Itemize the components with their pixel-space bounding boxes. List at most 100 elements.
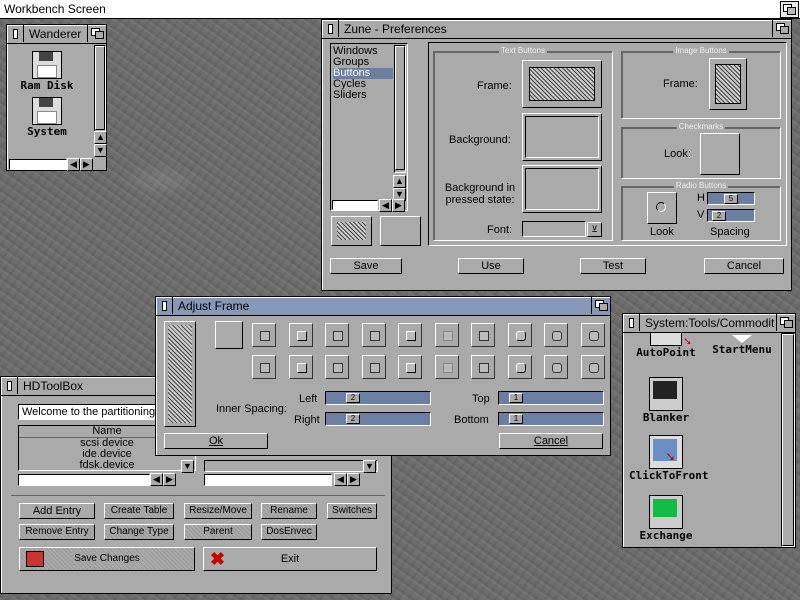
startmenu-icon[interactable]: StartMenu [705,335,779,356]
parent-button[interactable]: Parent [184,524,252,540]
scroll-knob[interactable] [395,46,405,170]
radio-look-button[interactable] [647,192,677,224]
exchange-icon[interactable]: Exchange [629,495,703,542]
frame-option[interactable] [361,355,386,379]
frame-option[interactable] [580,355,605,379]
preview-frame-plain[interactable] [380,216,421,246]
scroll-knob[interactable] [782,334,794,546]
scroll-down-icon[interactable]: ▼ [363,460,376,473]
horizontal-scrollbar[interactable] [9,159,67,170]
add-entry-button[interactable]: Add Entry [19,503,95,519]
switches-button[interactable]: Switches [327,503,377,519]
resize-move-button[interactable]: Resize/Move [184,503,252,519]
frame-option[interactable] [471,323,495,347]
scroll-up-icon[interactable]: ▲ [94,131,107,144]
scroll-left-icon[interactable]: ◀ [150,473,163,486]
h-spacing-slider[interactable]: 5 [707,192,755,205]
autopoint-icon[interactable]: ➘ AutoPoint [629,333,703,359]
checkmark-look-button[interactable] [700,133,740,175]
frame-option[interactable] [507,355,532,379]
rename-button[interactable]: Rename [261,503,317,519]
scroll-right-icon[interactable]: ▶ [80,158,93,171]
ok-button[interactable]: Ok [164,433,268,449]
screen-depth-icon[interactable] [780,1,799,18]
hscroll[interactable] [204,474,332,486]
scroll-down-icon[interactable]: ▼ [181,460,194,473]
close-icon[interactable] [7,25,24,42]
right-knob[interactable]: 2 [346,414,360,424]
depth-icon[interactable] [591,297,610,314]
scroll-down-icon[interactable]: ▼ [94,144,107,157]
frame-option[interactable] [325,355,349,379]
top-knob[interactable]: 1 [509,393,523,403]
right-spacing-slider[interactable]: 2 [325,412,431,426]
cancel-button[interactable]: Cancel [499,433,603,449]
text-frame-button[interactable] [522,60,602,108]
prefs-titlebar[interactable]: Zune - Preferences [322,20,791,39]
font-popup-icon[interactable]: ⊻ [587,222,602,237]
v-spacing-slider[interactable]: 2 [707,209,755,222]
scroll-right-icon[interactable]: ▶ [347,473,360,486]
frame-option[interactable] [434,323,459,347]
image-frame-button[interactable] [709,58,747,110]
change-type-button[interactable]: Change Type [104,524,174,540]
wanderer-titlebar[interactable]: Wanderer [7,25,106,44]
blanker-icon[interactable]: Blanker [629,377,703,424]
frame-option-none[interactable] [215,321,243,349]
save-button[interactable]: Save [330,258,402,274]
frame-option[interactable] [252,323,276,347]
vertical-scrollbar[interactable] [94,45,106,133]
list-item[interactable]: fdsk.device [19,460,195,471]
close-icon[interactable] [322,20,339,37]
scroll-up-icon[interactable]: ▲ [393,175,406,188]
frame-option[interactable] [544,355,568,379]
v-knob[interactable]: 2 [712,211,726,221]
frame-option[interactable] [361,323,386,347]
list-hscroll[interactable] [332,200,378,210]
depth-icon[interactable] [772,20,791,37]
list-scrollbar[interactable] [394,45,406,173]
scroll-knob[interactable] [95,46,105,130]
bottom-spacing-slider[interactable]: 1 [498,412,604,426]
remove-entry-button[interactable]: Remove Entry [19,524,95,540]
frame-option[interactable] [544,323,568,347]
frame-option[interactable] [288,323,313,347]
vertical-scrollbar[interactable] [781,333,795,547]
left-knob[interactable]: 2 [346,393,360,403]
frame-option[interactable] [507,323,532,347]
frame-option[interactable] [288,355,313,379]
depth-icon[interactable] [87,25,106,42]
system-icon[interactable]: System [17,97,77,138]
frame-option[interactable] [580,323,605,347]
commodities-titlebar[interactable]: System:Tools/Commoditie [623,314,795,333]
exit-button[interactable]: ✖ Exit [203,547,377,571]
frame-option[interactable] [398,355,422,379]
text-background-button[interactable] [522,113,602,161]
save-changes-button[interactable]: Save Changes [19,547,195,571]
frame-option[interactable] [325,323,349,347]
test-button[interactable]: Test [580,258,646,274]
frame-option[interactable] [252,355,276,379]
h-knob[interactable]: 5 [724,194,738,204]
pressed-background-button[interactable] [522,165,602,213]
bottom-knob[interactable]: 1 [509,414,523,424]
frame-option[interactable] [398,323,422,347]
scroll-left-icon[interactable]: ◀ [334,473,347,486]
close-icon[interactable] [156,297,173,314]
font-field[interactable] [522,221,586,237]
scroll-right-icon[interactable]: ▶ [163,473,176,486]
top-spacing-slider[interactable]: 1 [498,391,604,405]
depth-icon[interactable] [776,314,795,331]
scroll-left-icon[interactable]: ◀ [67,158,80,171]
scroll-right-icon[interactable]: ▶ [392,199,405,212]
dosenvec-button[interactable]: DosEnvec [261,524,317,540]
frame-option[interactable] [471,355,495,379]
hscroll[interactable] [18,474,150,486]
adjust-frame-titlebar[interactable]: Adjust Frame [156,297,610,316]
close-icon[interactable] [1,377,18,394]
use-button[interactable]: Use [458,258,524,274]
cancel-button[interactable]: Cancel [704,258,784,274]
create-table-button[interactable]: Create Table [104,503,174,519]
left-spacing-slider[interactable]: 2 [325,391,431,405]
frame-option[interactable] [434,355,459,379]
